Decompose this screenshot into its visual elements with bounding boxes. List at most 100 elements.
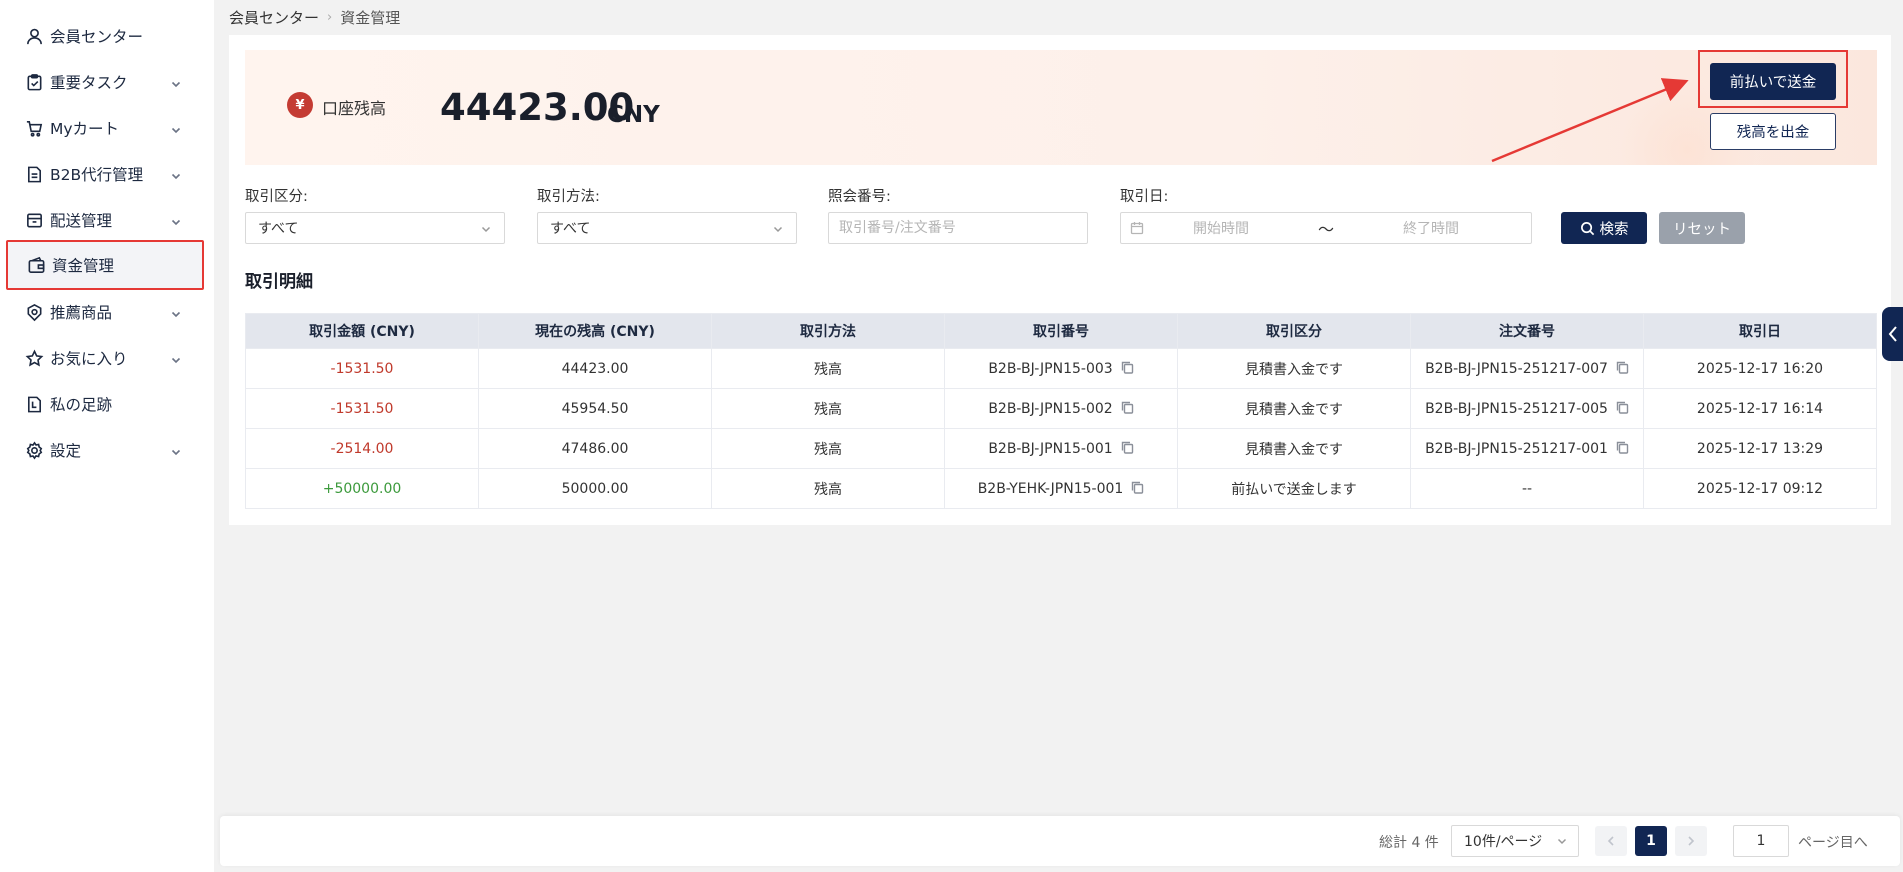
tx-number-cell: B2B-BJ-JPN15-001 (944, 428, 1178, 469)
order-number-cell: B2B-BJ-JPN15-251217-001 (1410, 428, 1644, 469)
order-number: B2B-BJ-JPN15-251217-005 (1425, 400, 1608, 417)
method-select[interactable]: すべて (537, 212, 797, 244)
box-icon (24, 210, 44, 230)
page-button-current[interactable]: 1 (1635, 826, 1667, 856)
method-cell: 残高 (711, 468, 945, 509)
amount-cell: +50000.00 (245, 468, 479, 509)
date-cell: 2025-12-17 13:29 (1643, 428, 1877, 469)
sidebar-item-b2b-agency[interactable]: B2B代行管理 (6, 149, 204, 199)
sidebar-item-settings[interactable]: 設定 (6, 425, 204, 475)
table-row: +50000.00 50000.00 残高 B2B-YEHK-JPN15-001… (245, 468, 1877, 509)
balance-label: 口座残高 (322, 99, 387, 118)
chevron-down-icon (170, 122, 182, 134)
date-start[interactable]: 開始時間 (1193, 218, 1249, 238)
gear-icon (24, 440, 44, 460)
column-header: 取引番号 (944, 313, 1178, 349)
breadcrumb-root[interactable]: 会員センター (229, 7, 319, 28)
balance-cell: 47486.00 (478, 428, 712, 469)
sidebar-item-label: B2B代行管理 (50, 166, 144, 184)
chevron-right-icon (1688, 836, 1695, 846)
method-cell: 残高 (711, 388, 945, 429)
date-separator: 〜 (1318, 220, 1335, 239)
sidebar-item-funds[interactable]: 資金管理 (6, 240, 204, 290)
reset-button[interactable]: リセット (1659, 212, 1745, 244)
breadcrumb-current: 資金管理 (340, 9, 401, 27)
order-number: B2B-BJ-JPN15-251217-001 (1425, 440, 1608, 457)
method-filter-label: 取引方法: (537, 189, 600, 205)
balance-cell: 44423.00 (478, 348, 712, 389)
table-header-row: 取引金額 (CNY) 現在の残高 (CNY) 取引方法 取引番号 取引区分 注文… (245, 313, 1877, 349)
copy-icon[interactable] (1121, 441, 1134, 454)
sidebar: 会員センター 重要タスク Myカート B2B代行管理 配送管理 資金管理 推薦商… (0, 0, 214, 872)
sidebar-item-label: 推薦商品 (50, 304, 113, 322)
sidebar-item-member-center[interactable]: 会員センター (6, 11, 204, 61)
order-number-cell: B2B-BJ-JPN15-251217-005 (1410, 388, 1644, 429)
chevron-down-icon (170, 168, 182, 180)
method-cell: 残高 (711, 348, 945, 389)
calendar-icon (1130, 221, 1144, 235)
chevron-down-icon (1556, 835, 1568, 851)
balance-currency: CNY (607, 102, 660, 128)
withdraw-button[interactable]: 残高を出金 (1710, 113, 1836, 150)
method-select-value: すべて (550, 221, 591, 237)
balance-cell: 45954.50 (478, 388, 712, 429)
copy-icon[interactable] (1131, 481, 1144, 494)
sidebar-item-label: 重要タスク (50, 74, 128, 92)
type-select[interactable]: すべて (245, 212, 505, 244)
ref-input[interactable] (828, 212, 1088, 244)
sidebar-item-delivery[interactable]: 配送管理 (6, 195, 204, 245)
sidebar-item-recommended[interactable]: 推薦商品 (6, 287, 204, 337)
pagination: 総計 4 件 10件/ページ 1 ページ目へ (220, 816, 1900, 866)
prev-page-button[interactable] (1595, 826, 1627, 856)
sidebar-item-label: 設定 (50, 442, 82, 460)
section-title: 取引明細 (245, 272, 313, 292)
column-header: 注文番号 (1410, 313, 1644, 349)
chevron-down-icon (772, 223, 784, 235)
copy-icon[interactable] (1121, 361, 1134, 374)
sidebar-item-footprints[interactable]: 私の足跡 (6, 379, 204, 429)
copy-icon[interactable] (1121, 401, 1134, 414)
breadcrumb: 会員センター › 資金管理 (229, 7, 400, 28)
category-cell: 見積書入金です (1177, 348, 1411, 389)
sidebar-item-label: 資金管理 (52, 257, 115, 275)
page-jump-input[interactable] (1733, 825, 1789, 857)
next-page-button[interactable] (1675, 826, 1707, 856)
sidebar-item-label: 会員センター (50, 28, 144, 46)
cart-icon (24, 118, 44, 138)
sidebar-item-favorites[interactable]: お気に入り (6, 333, 204, 383)
column-header: 現在の残高 (CNY) (478, 313, 712, 349)
tx-number-cell: B2B-YEHK-JPN15-001 (944, 468, 1178, 509)
date-end[interactable]: 終了時間 (1403, 218, 1459, 238)
funds-card: ¥ 口座残高 44423.00 CNY 前払いで送金 残高を出金 取引区分: す… (229, 35, 1891, 525)
chevron-down-icon (170, 76, 182, 88)
method-cell: 残高 (711, 428, 945, 469)
copy-icon[interactable] (1616, 441, 1629, 454)
type-select-value: すべて (258, 221, 299, 237)
chevron-down-icon (170, 444, 182, 456)
column-header: 取引日 (1643, 313, 1877, 349)
copy-icon[interactable] (1616, 361, 1629, 374)
sidebar-item-label: Myカート (50, 120, 120, 138)
sidebar-item-label: 配送管理 (50, 212, 113, 230)
copy-icon[interactable] (1616, 401, 1629, 414)
sidebar-item-important-tasks[interactable]: 重要タスク (6, 57, 204, 107)
date-cell: 2025-12-17 16:20 (1643, 348, 1877, 389)
collapse-tab[interactable] (1882, 307, 1903, 361)
amount-cell: -2514.00 (245, 428, 479, 469)
prepay-button[interactable]: 前払いで送金 (1710, 63, 1836, 100)
badge-icon (24, 302, 44, 322)
wallet-icon (26, 255, 46, 275)
balance-amount: 44423.00 (440, 86, 635, 129)
sidebar-item-my-cart[interactable]: Myカート (6, 103, 204, 153)
ref-filter-label: 照会番号: (828, 189, 891, 205)
date-cell: 2025-12-17 16:14 (1643, 388, 1877, 429)
page-jump-label: ページ目へ (1798, 835, 1868, 851)
date-range-picker[interactable]: 開始時間 〜 終了時間 (1120, 212, 1532, 244)
search-button-label: 検索 (1599, 221, 1629, 238)
category-cell: 前払いで送金します (1177, 468, 1411, 509)
search-button[interactable]: 検索 (1561, 212, 1647, 244)
order-number-cell: B2B-BJ-JPN15-251217-007 (1410, 348, 1644, 389)
type-filter-label: 取引区分: (245, 189, 308, 205)
page-size-select[interactable]: 10件/ページ (1451, 825, 1579, 857)
tx-number: B2B-BJ-JPN15-002 (988, 400, 1113, 417)
